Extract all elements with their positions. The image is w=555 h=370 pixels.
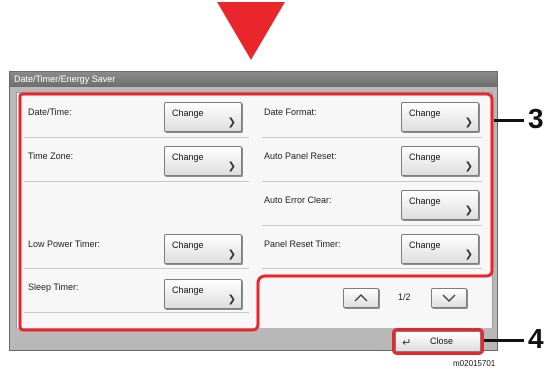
- callout-line-3: [494, 119, 524, 122]
- figure-code: m02015701: [453, 359, 496, 368]
- close-highlight-outline: [392, 328, 484, 355]
- callout-number-3: 3: [528, 103, 544, 134]
- callout-line-4: [484, 339, 524, 342]
- callout-number-4: 4: [528, 323, 544, 354]
- settings-highlight-outline: [18, 92, 494, 332]
